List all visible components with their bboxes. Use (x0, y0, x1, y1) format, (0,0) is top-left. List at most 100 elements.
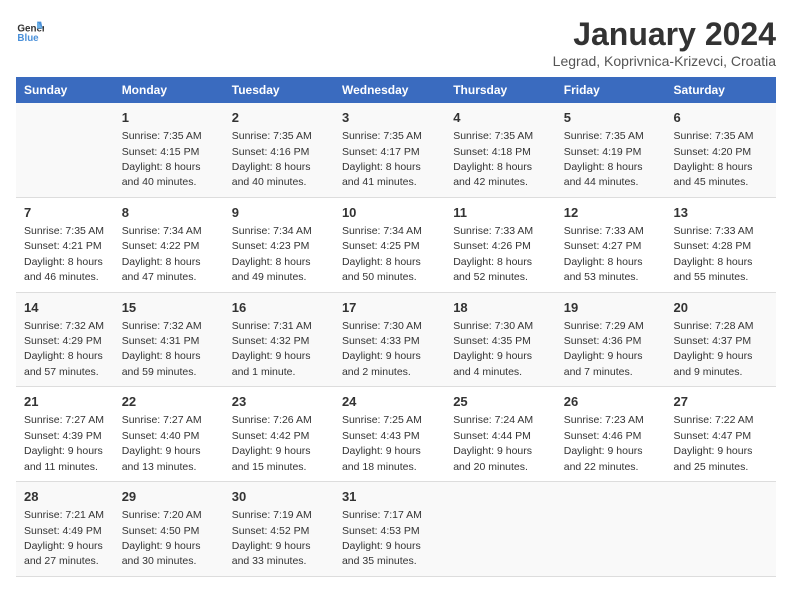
subtitle: Legrad, Koprivnica-Krizevci, Croatia (553, 53, 776, 69)
daylight-info: Daylight: 9 hours and 35 minutes. (342, 540, 421, 567)
sunrise-info: Sunrise: 7:23 AM (564, 414, 644, 426)
calendar-cell (666, 482, 776, 577)
sunset-info: Sunset: 4:29 PM (24, 335, 102, 347)
day-number: 15 (122, 299, 216, 317)
sunset-info: Sunset: 4:28 PM (674, 240, 752, 252)
sunrise-info: Sunrise: 7:35 AM (453, 130, 533, 142)
sunrise-info: Sunrise: 7:35 AM (342, 130, 422, 142)
day-number: 27 (674, 393, 768, 411)
daylight-info: Daylight: 8 hours and 41 minutes. (342, 161, 421, 188)
week-row-4: 28 Sunrise: 7:21 AM Sunset: 4:49 PM Dayl… (16, 482, 776, 577)
calendar-cell: 18 Sunrise: 7:30 AM Sunset: 4:35 PM Dayl… (445, 292, 556, 387)
sunset-info: Sunset: 4:33 PM (342, 335, 420, 347)
calendar-cell (445, 482, 556, 577)
calendar-cell: 9 Sunrise: 7:34 AM Sunset: 4:23 PM Dayli… (224, 197, 334, 292)
sunset-info: Sunset: 4:22 PM (122, 240, 200, 252)
sunrise-info: Sunrise: 7:35 AM (232, 130, 312, 142)
day-number: 22 (122, 393, 216, 411)
sunset-info: Sunset: 4:31 PM (122, 335, 200, 347)
calendar-cell: 1 Sunrise: 7:35 AM Sunset: 4:15 PM Dayli… (114, 103, 224, 197)
sunset-info: Sunset: 4:35 PM (453, 335, 531, 347)
day-number: 24 (342, 393, 437, 411)
calendar-cell: 24 Sunrise: 7:25 AM Sunset: 4:43 PM Dayl… (334, 387, 445, 482)
day-number: 17 (342, 299, 437, 317)
daylight-info: Daylight: 8 hours and 50 minutes. (342, 256, 421, 283)
daylight-info: Daylight: 8 hours and 44 minutes. (564, 161, 643, 188)
sunrise-info: Sunrise: 7:28 AM (674, 320, 754, 332)
daylight-info: Daylight: 9 hours and 2 minutes. (342, 350, 421, 377)
day-number: 14 (24, 299, 106, 317)
day-number: 10 (342, 204, 437, 222)
title-area: January 2024 Legrad, Koprivnica-Krizevci… (553, 16, 776, 69)
day-number: 9 (232, 204, 326, 222)
calendar-cell: 21 Sunrise: 7:27 AM Sunset: 4:39 PM Dayl… (16, 387, 114, 482)
day-number: 18 (453, 299, 548, 317)
day-number: 21 (24, 393, 106, 411)
day-number: 11 (453, 204, 548, 222)
calendar-cell: 28 Sunrise: 7:21 AM Sunset: 4:49 PM Dayl… (16, 482, 114, 577)
sunset-info: Sunset: 4:50 PM (122, 525, 200, 537)
daylight-info: Daylight: 8 hours and 55 minutes. (674, 256, 753, 283)
day-number: 23 (232, 393, 326, 411)
sunset-info: Sunset: 4:42 PM (232, 430, 310, 442)
calendar-cell: 20 Sunrise: 7:28 AM Sunset: 4:37 PM Dayl… (666, 292, 776, 387)
calendar-cell: 13 Sunrise: 7:33 AM Sunset: 4:28 PM Dayl… (666, 197, 776, 292)
sunset-info: Sunset: 4:44 PM (453, 430, 531, 442)
sunset-info: Sunset: 4:23 PM (232, 240, 310, 252)
sunset-info: Sunset: 4:36 PM (564, 335, 642, 347)
sunset-info: Sunset: 4:53 PM (342, 525, 420, 537)
daylight-info: Daylight: 9 hours and 13 minutes. (122, 445, 201, 472)
logo: General Blue (16, 16, 44, 44)
sunset-info: Sunset: 4:18 PM (453, 146, 531, 158)
daylight-info: Daylight: 9 hours and 1 minute. (232, 350, 311, 377)
sunrise-info: Sunrise: 7:31 AM (232, 320, 312, 332)
col-header-tuesday: Tuesday (224, 77, 334, 103)
day-number: 5 (564, 109, 658, 127)
sunrise-info: Sunrise: 7:35 AM (674, 130, 754, 142)
sunset-info: Sunset: 4:25 PM (342, 240, 420, 252)
calendar-cell: 7 Sunrise: 7:35 AM Sunset: 4:21 PM Dayli… (16, 197, 114, 292)
col-header-wednesday: Wednesday (334, 77, 445, 103)
logo-icon: General Blue (16, 16, 44, 44)
day-number: 13 (674, 204, 768, 222)
calendar-cell: 30 Sunrise: 7:19 AM Sunset: 4:52 PM Dayl… (224, 482, 334, 577)
day-number: 2 (232, 109, 326, 127)
daylight-info: Daylight: 9 hours and 7 minutes. (564, 350, 643, 377)
calendar-cell: 31 Sunrise: 7:17 AM Sunset: 4:53 PM Dayl… (334, 482, 445, 577)
daylight-info: Daylight: 8 hours and 49 minutes. (232, 256, 311, 283)
sunset-info: Sunset: 4:39 PM (24, 430, 102, 442)
daylight-info: Daylight: 9 hours and 25 minutes. (674, 445, 753, 472)
sunrise-info: Sunrise: 7:35 AM (122, 130, 202, 142)
main-title: January 2024 (553, 16, 776, 53)
sunset-info: Sunset: 4:17 PM (342, 146, 420, 158)
daylight-info: Daylight: 8 hours and 45 minutes. (674, 161, 753, 188)
svg-text:Blue: Blue (17, 33, 39, 44)
col-header-friday: Friday (556, 77, 666, 103)
daylight-info: Daylight: 8 hours and 42 minutes. (453, 161, 532, 188)
daylight-info: Daylight: 8 hours and 46 minutes. (24, 256, 103, 283)
calendar-cell: 15 Sunrise: 7:32 AM Sunset: 4:31 PM Dayl… (114, 292, 224, 387)
calendar-cell: 26 Sunrise: 7:23 AM Sunset: 4:46 PM Dayl… (556, 387, 666, 482)
calendar-cell: 8 Sunrise: 7:34 AM Sunset: 4:22 PM Dayli… (114, 197, 224, 292)
calendar-cell: 19 Sunrise: 7:29 AM Sunset: 4:36 PM Dayl… (556, 292, 666, 387)
daylight-info: Daylight: 9 hours and 11 minutes. (24, 445, 103, 472)
sunrise-info: Sunrise: 7:22 AM (674, 414, 754, 426)
week-row-2: 14 Sunrise: 7:32 AM Sunset: 4:29 PM Dayl… (16, 292, 776, 387)
day-number: 16 (232, 299, 326, 317)
daylight-info: Daylight: 8 hours and 53 minutes. (564, 256, 643, 283)
day-number: 6 (674, 109, 768, 127)
sunset-info: Sunset: 4:52 PM (232, 525, 310, 537)
sunrise-info: Sunrise: 7:17 AM (342, 509, 422, 521)
calendar-cell: 29 Sunrise: 7:20 AM Sunset: 4:50 PM Dayl… (114, 482, 224, 577)
sunset-info: Sunset: 4:32 PM (232, 335, 310, 347)
calendar-cell: 11 Sunrise: 7:33 AM Sunset: 4:26 PM Dayl… (445, 197, 556, 292)
sunrise-info: Sunrise: 7:25 AM (342, 414, 422, 426)
sunrise-info: Sunrise: 7:34 AM (122, 225, 202, 237)
daylight-info: Daylight: 8 hours and 59 minutes. (122, 350, 201, 377)
calendar-cell: 10 Sunrise: 7:34 AM Sunset: 4:25 PM Dayl… (334, 197, 445, 292)
daylight-info: Daylight: 8 hours and 40 minutes. (122, 161, 201, 188)
sunrise-info: Sunrise: 7:19 AM (232, 509, 312, 521)
sunrise-info: Sunrise: 7:24 AM (453, 414, 533, 426)
calendar-cell: 17 Sunrise: 7:30 AM Sunset: 4:33 PM Dayl… (334, 292, 445, 387)
daylight-info: Daylight: 9 hours and 4 minutes. (453, 350, 532, 377)
